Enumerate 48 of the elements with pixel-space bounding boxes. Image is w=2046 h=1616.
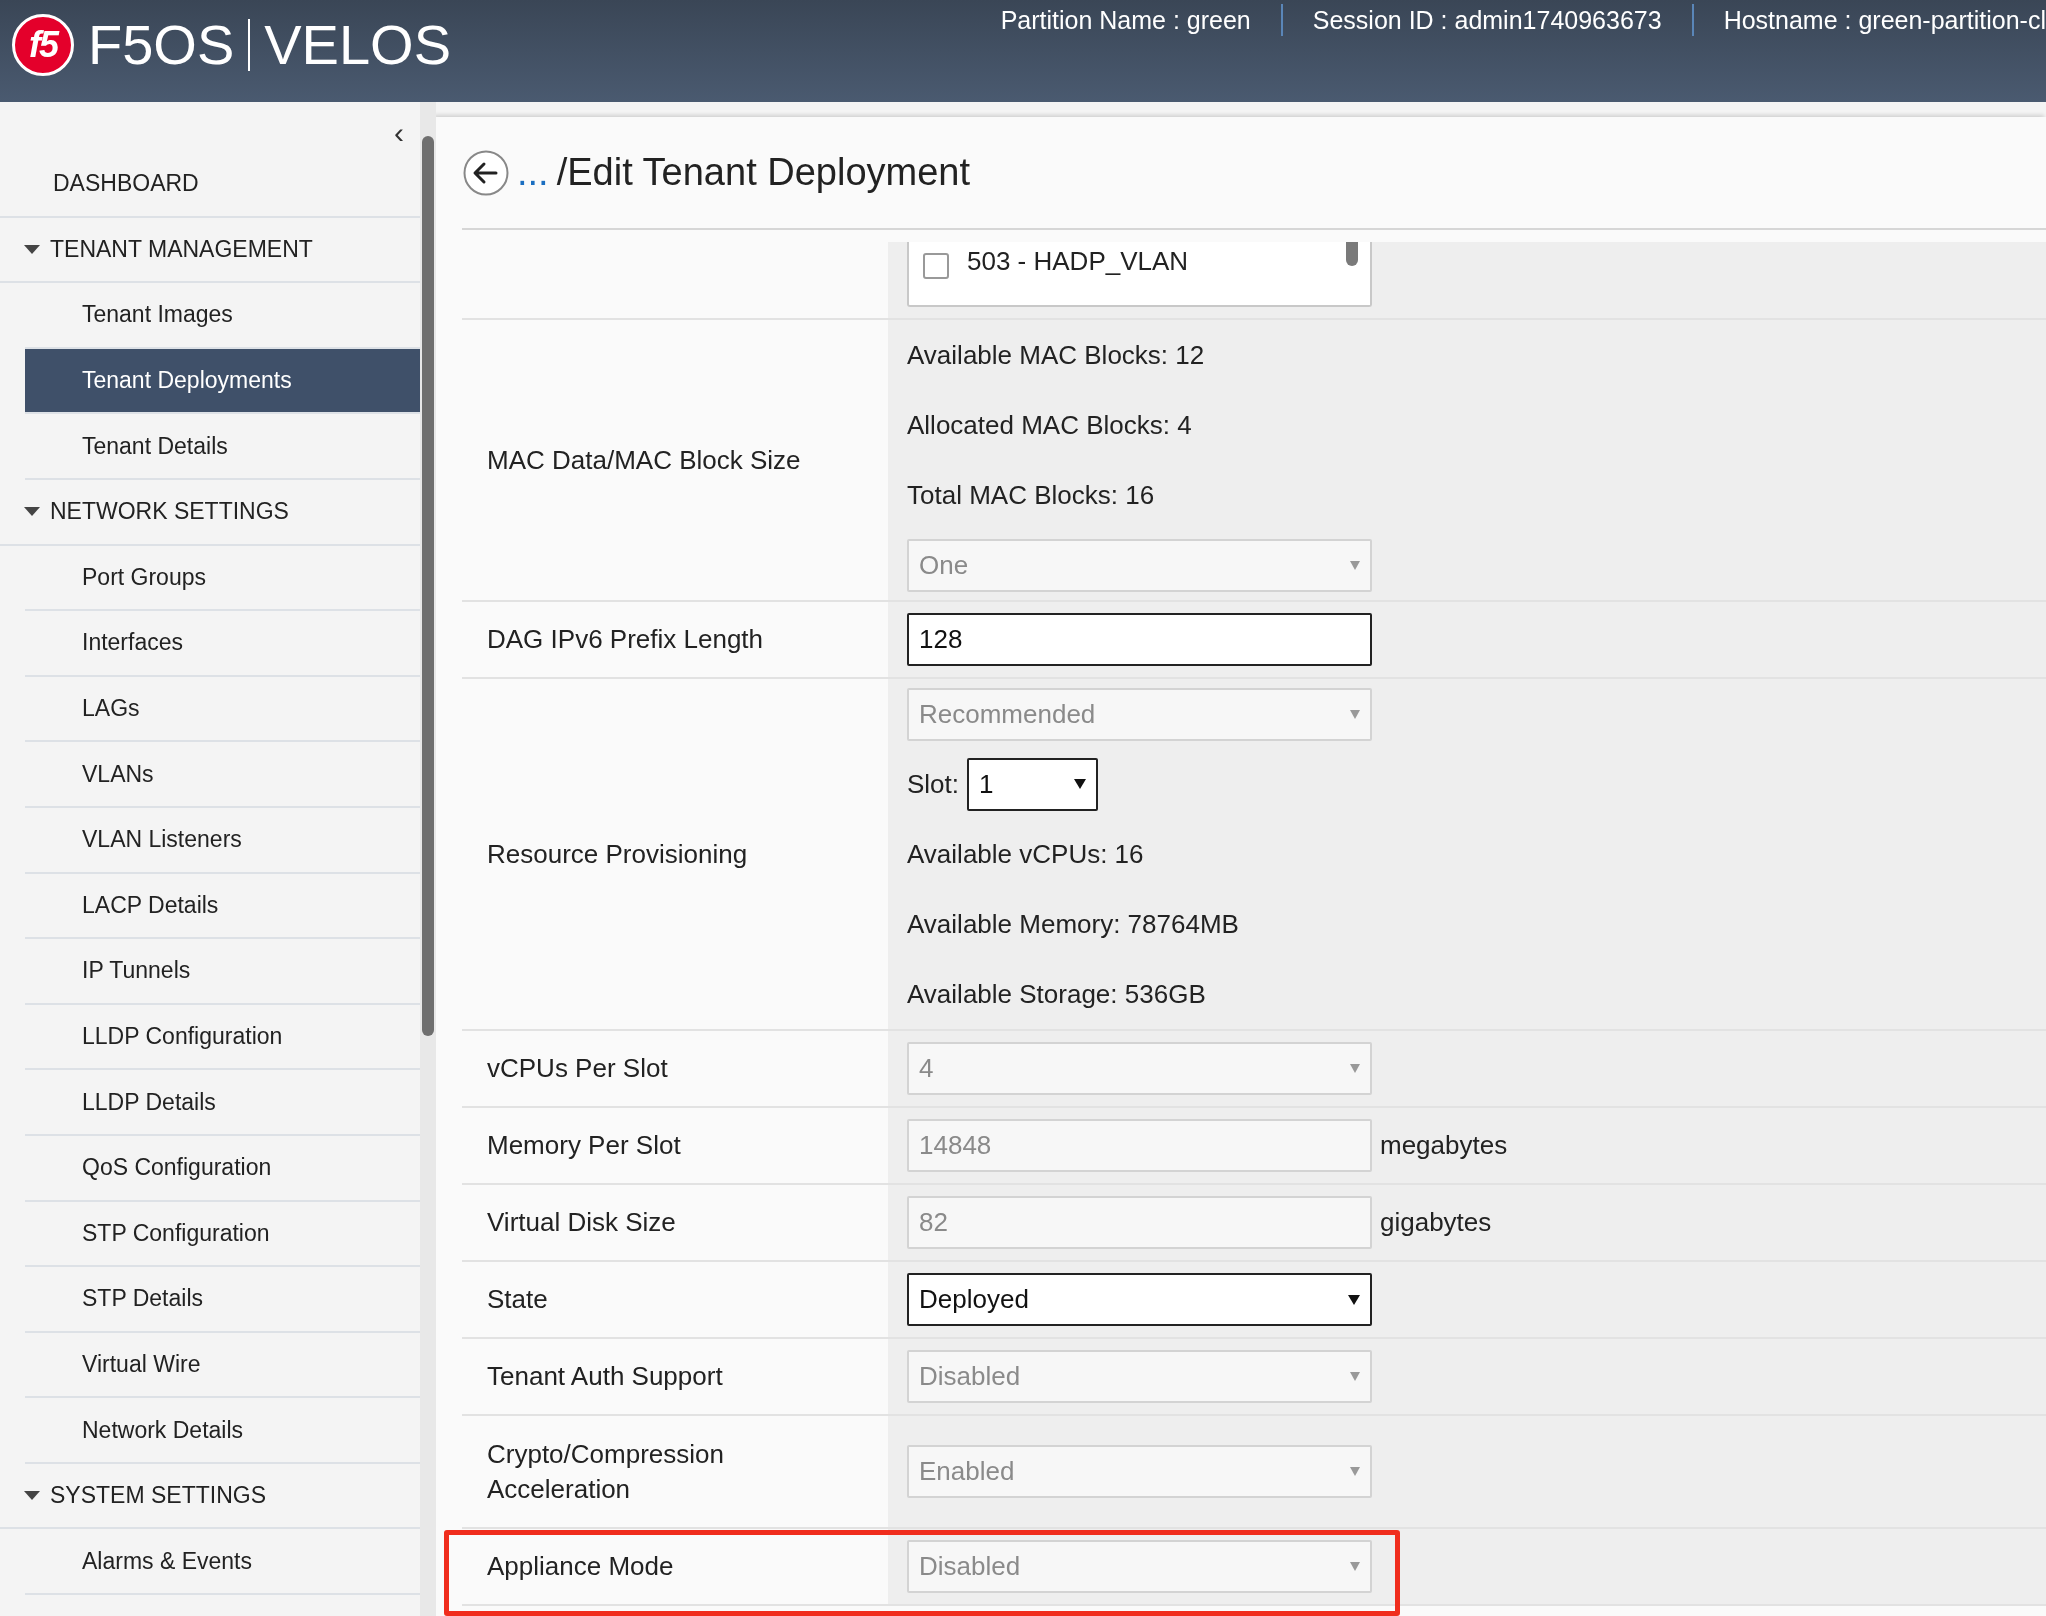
field-label: State <box>487 1283 548 1316</box>
slot-label: Slot: <box>907 768 960 800</box>
header-info: Session ID : admin1740963673 <box>1280 4 1692 36</box>
caret-icon <box>1348 1294 1360 1305</box>
info-text: Available Storage: 536GB <box>907 978 1206 1010</box>
field-label: DAG IPv6 Prefix Length <box>487 623 764 656</box>
field-label: vCPUs Per Slot <box>487 1052 668 1085</box>
product-name: F5OS <box>88 12 235 77</box>
field-label: Memory Per Slot <box>487 1129 681 1162</box>
input-field[interactable]: 128 <box>907 613 1372 666</box>
slot-select[interactable]: 1 <box>967 757 1099 811</box>
back-icon[interactable] <box>463 149 509 196</box>
sidebar-item[interactable]: Tenant Deployments <box>25 348 420 415</box>
header-info: Hostname : green-partition-cl <box>1691 4 2046 36</box>
logo-mark: f5 <box>12 13 74 76</box>
info-text: Available MAC Blocks: 12 <box>907 339 1205 371</box>
caret-icon <box>1350 1064 1360 1073</box>
collapse-icon[interactable]: ‹ <box>394 118 404 148</box>
caret-icon <box>1350 1467 1360 1476</box>
breadcrumb-link[interactable]: ... <box>517 151 549 194</box>
info-text: Total MAC Blocks: 16 <box>907 479 1155 511</box>
field-label: Appliance Mode <box>487 1550 674 1583</box>
section-label[interactable]: NETWORK SETTINGS <box>50 498 289 526</box>
field-label: MAC Data/MAC Block Size <box>487 443 801 477</box>
section-label[interactable]: TENANT MANAGEMENT <box>50 235 313 263</box>
info-text: Available Memory: 78764MB <box>907 908 1239 940</box>
field-label: Resource Provisioning <box>487 837 748 871</box>
scrollbar-thumb[interactable] <box>422 136 434 1036</box>
section-label[interactable]: SYSTEM SETTINGS <box>50 1482 266 1510</box>
info-text: Available vCPUs: 16 <box>907 838 1144 870</box>
caret-icon <box>1350 1372 1360 1381</box>
field-label: Crypto/Compression Acceleration <box>487 1437 725 1506</box>
scrollbar-thumb[interactable] <box>1346 242 1358 266</box>
caret-icon <box>1350 560 1360 570</box>
field-label: Virtual Disk Size <box>487 1206 676 1239</box>
caret-icon <box>1074 779 1087 789</box>
page-title: /Edit Tenant Deployment <box>556 151 970 194</box>
info-text: Allocated MAC Blocks: 4 <box>907 409 1192 441</box>
field-label: Tenant Auth Support <box>487 1360 723 1393</box>
select-field[interactable]: Deployed <box>907 1273 1372 1326</box>
product-name: VELOS <box>264 12 452 77</box>
caret-icon <box>1350 1562 1360 1571</box>
caret-icon <box>1350 709 1360 719</box>
checkbox-label[interactable]: 503 - HADP_VLAN <box>967 246 1189 277</box>
checkbox[interactable] <box>923 253 949 279</box>
unit-label: gigabytes <box>1380 1207 1492 1238</box>
header-info: Partition Name : green <box>999 5 1252 36</box>
unit-label: megabytes <box>1380 1130 1508 1161</box>
